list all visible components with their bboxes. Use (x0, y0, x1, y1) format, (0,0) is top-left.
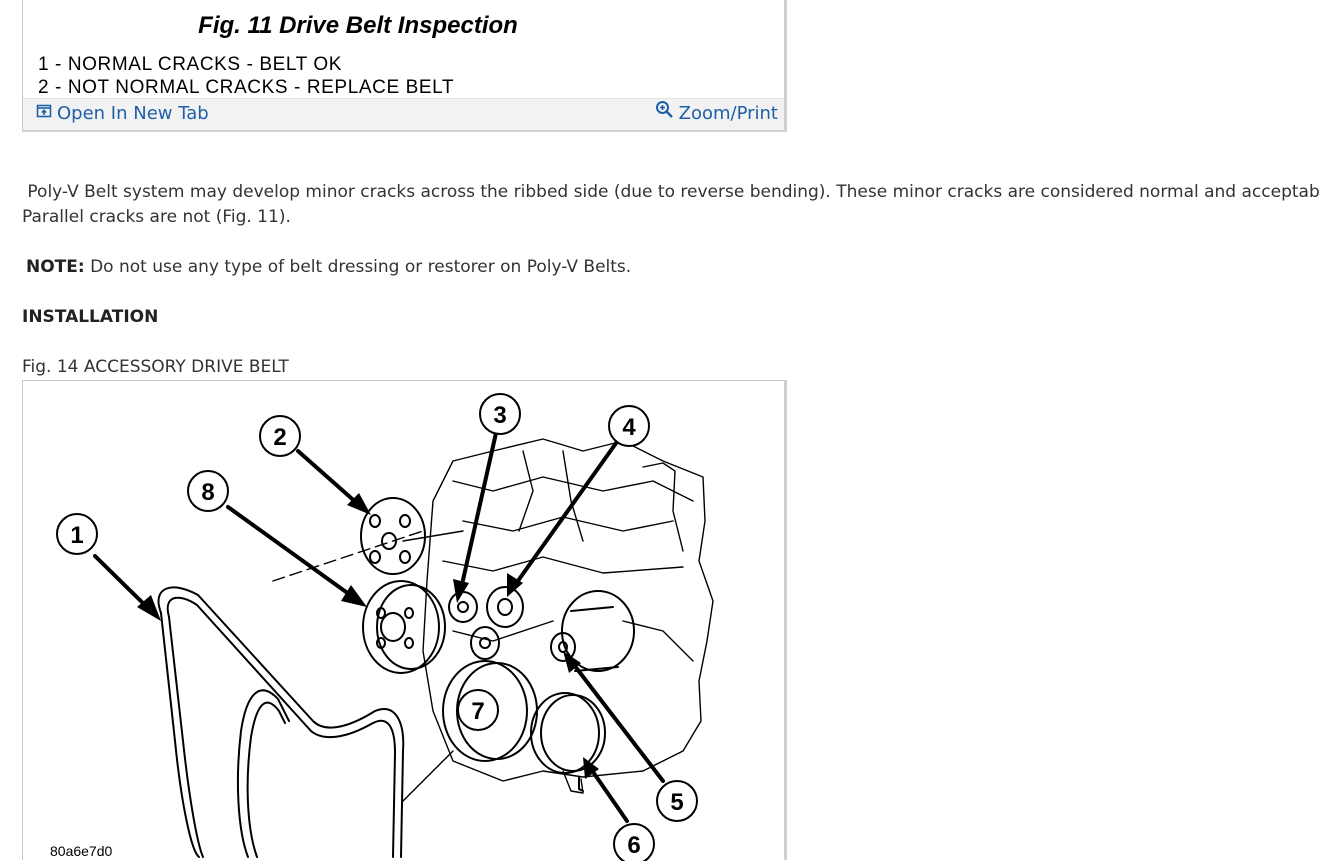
serpentine-belt (157, 586, 405, 858)
note-text: Do not use any type of belt dressing or … (84, 257, 632, 277)
callout-6: 6 (613, 823, 655, 861)
pulleys (360, 497, 635, 792)
engine-block (272, 438, 714, 802)
callout-7: 7 (457, 689, 499, 731)
svg-text:5: 5 (670, 789, 683, 816)
zoom-print-label: Zoom/Print (678, 103, 778, 124)
figure-14-box: 1 2 3 4 5 6 7 8 80a6e7d0 (22, 380, 787, 861)
callout-5: 5 (656, 780, 698, 822)
zoom-print-link[interactable]: Zoom/Print (655, 100, 778, 124)
open-new-tab-icon (36, 103, 57, 124)
figure-14-caption: Fig. 14 ACCESSORY DRIVE BELT (22, 357, 289, 377)
belt-paragraph-line-1: Poly-V Belt system may develop minor cra… (22, 182, 1320, 202)
callout-4: 4 (608, 405, 650, 447)
accessory-drive-belt-diagram: 1 2 3 4 5 6 7 8 (56, 393, 714, 861)
callout-1: 1 (56, 513, 98, 555)
figure-11-box: Fig. 11 Drive Belt Inspection 1 - NORMAL… (22, 0, 787, 132)
svg-text:6: 6 (627, 832, 640, 859)
svg-text:3: 3 (493, 402, 506, 429)
open-in-new-tab-label: Open In New Tab (57, 103, 209, 124)
svg-text:8: 8 (201, 479, 214, 506)
note-label: NOTE: (26, 257, 85, 277)
belt-paragraph-line-2: Parallel cracks are not (Fig. 11). (22, 207, 291, 227)
callout-2: 2 (259, 415, 301, 457)
note-line: NOTE: Do not use any type of belt dressi… (26, 255, 631, 280)
callout-3: 3 (479, 393, 521, 435)
callout-arrowheads (137, 493, 599, 779)
callout-arrows (93, 431, 665, 823)
figure-code-label: 80a6e7d0 (50, 843, 113, 859)
belt-paragraph: Poly-V Belt system may develop minor cra… (22, 180, 1320, 230)
figure-11-title: Fig. 11 Drive Belt Inspection (198, 12, 518, 39)
callout-8: 8 (187, 470, 229, 512)
svg-text:1: 1 (70, 522, 83, 549)
svg-text:2: 2 (273, 424, 286, 451)
installation-heading: INSTALLATION (22, 307, 159, 327)
figure-toolbar: Open In New Tab Zoom/Print (23, 98, 784, 130)
figure-11-line-1: 1 - NORMAL CRACKS - BELT OK (38, 54, 343, 75)
figure-11-line-2: 2 - NOT NORMAL CRACKS - REPLACE BELT (38, 77, 455, 98)
svg-text:7: 7 (471, 698, 484, 725)
open-in-new-tab-link[interactable]: Open In New Tab (36, 103, 209, 124)
svg-text:4: 4 (622, 414, 636, 441)
zoom-icon (655, 100, 679, 124)
